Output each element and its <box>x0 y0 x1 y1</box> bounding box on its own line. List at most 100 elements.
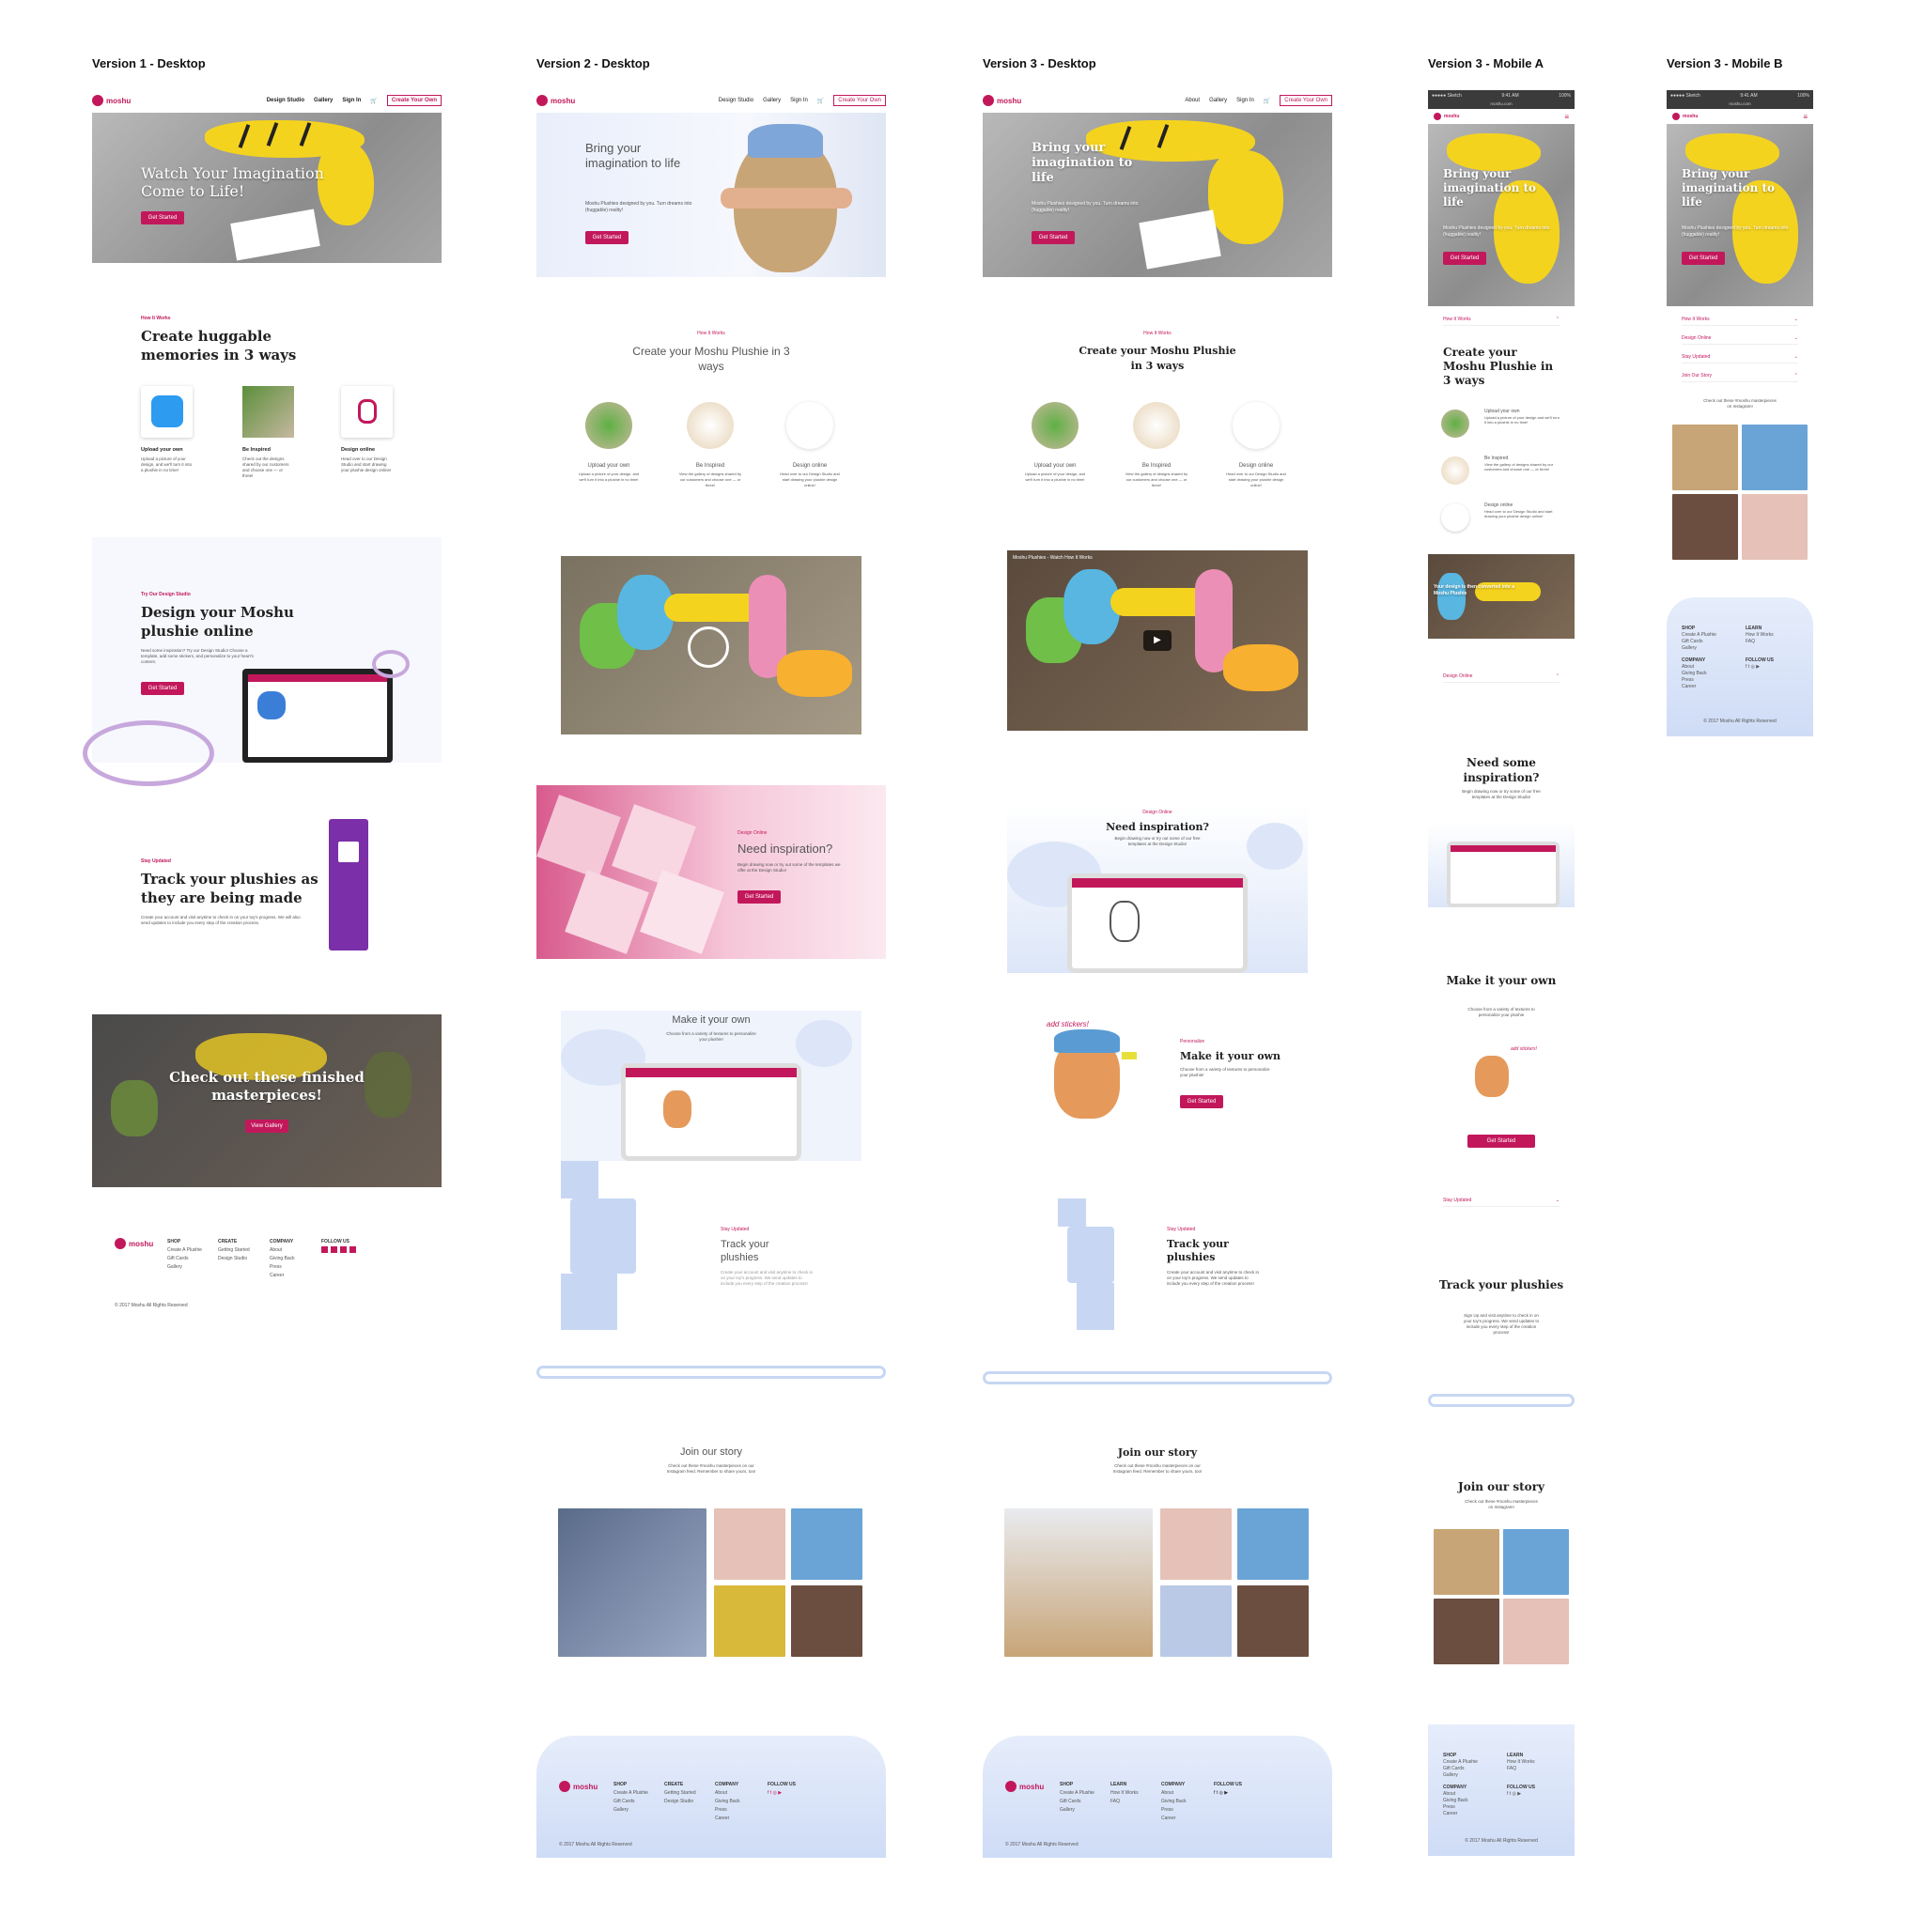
footer-link[interactable]: About <box>1161 1790 1173 1796</box>
instagram-photo-4[interactable] <box>1742 494 1808 560</box>
footer-link[interactable]: About <box>1682 664 1694 670</box>
footer-link[interactable]: Gift Cards <box>613 1799 635 1804</box>
v2-nav-sign-in[interactable]: Sign In <box>790 98 808 103</box>
v3-nav-sign-in[interactable]: Sign In <box>1236 98 1254 103</box>
mobile-b-accordion-how[interactable]: How It Works ⌄ <box>1682 314 1798 326</box>
footer-link[interactable]: Gallery <box>167 1264 182 1270</box>
instagram-icon[interactable] <box>340 1246 347 1253</box>
cart-icon[interactable]: 🛒 <box>817 98 824 104</box>
footer-link[interactable]: Giving Back <box>1682 671 1707 676</box>
v1-studio-get-started[interactable]: Get Started <box>141 682 184 695</box>
v2-hero-get-started[interactable]: Get Started <box>585 231 629 244</box>
v1-view-gallery-button[interactable]: View Gallery <box>245 1120 288 1133</box>
mobile-a-video[interactable]: Your design is then converted into a Mos… <box>1428 554 1575 639</box>
footer-link[interactable]: Giving Back <box>715 1799 740 1804</box>
v1-footer-logo[interactable]: moshu <box>115 1238 153 1249</box>
footer-link[interactable]: Giving Back <box>1161 1799 1187 1804</box>
instagram-photo-1[interactable] <box>1434 1529 1499 1595</box>
cart-icon[interactable]: 🛒 <box>370 98 377 104</box>
footer-link[interactable]: FAQ <box>1507 1766 1516 1771</box>
footer-link[interactable]: About <box>1443 1791 1455 1797</box>
footer-link[interactable]: Press <box>1443 1804 1455 1810</box>
instagram-photo-5[interactable] <box>1237 1585 1309 1657</box>
mobile-a-accordion-how[interactable]: How It Works ⌃ <box>1443 314 1560 326</box>
instagram-photo-2[interactable] <box>714 1508 785 1580</box>
footer-link[interactable]: Getting Started <box>664 1790 696 1796</box>
youtube-icon[interactable] <box>349 1246 356 1253</box>
instagram-photo-1[interactable] <box>1672 425 1738 490</box>
v3-logo[interactable]: moshu <box>983 95 1021 106</box>
footer-link[interactable]: Gift Cards <box>1443 1766 1465 1771</box>
play-icon[interactable]: ▶ <box>1143 630 1172 651</box>
social-icons[interactable]: f t ◎ ▶ <box>1214 1790 1228 1796</box>
instagram-photo-3[interactable] <box>1237 1508 1309 1580</box>
footer-link[interactable]: Gift Cards <box>1682 639 1703 644</box>
instagram-photo-1[interactable] <box>558 1508 706 1657</box>
footer-link[interactable]: Career <box>1161 1816 1175 1821</box>
footer-link[interactable]: Press <box>715 1807 727 1813</box>
v3-nav-create-button[interactable]: Create Your Own <box>1280 95 1332 106</box>
footer-link[interactable]: Press <box>1682 677 1694 683</box>
footer-link[interactable]: Design Studio <box>664 1799 693 1804</box>
v3-hero-get-started[interactable]: Get Started <box>1032 231 1075 244</box>
footer-link[interactable]: Create A Plushie <box>613 1790 648 1796</box>
footer-link[interactable]: Create A Plushie <box>1060 1790 1094 1796</box>
hamburger-menu-icon[interactable]: ≡ <box>1564 113 1569 121</box>
play-icon[interactable] <box>688 626 729 668</box>
footer-link[interactable]: Getting Started <box>218 1247 250 1253</box>
social-icons[interactable]: f t ◎ ▶ <box>1746 664 1760 670</box>
mobile-b-accordion-updated[interactable]: Stay Updated ⌄ <box>1682 351 1798 363</box>
instagram-photo-3[interactable] <box>791 1508 862 1580</box>
mobile-a-make-get-started[interactable]: Get Started <box>1467 1135 1535 1148</box>
v2-nav-design-studio[interactable]: Design Studio <box>719 98 753 103</box>
instagram-photo-2[interactable] <box>1742 425 1808 490</box>
v2-nav-create-button[interactable]: Create Your Own <box>833 95 886 106</box>
footer-link[interactable]: Gallery <box>1060 1807 1075 1813</box>
footer-link[interactable]: How It Works <box>1746 632 1774 638</box>
cart-icon[interactable]: 🛒 <box>1264 98 1270 104</box>
mobile-b-accordion-design[interactable]: Design Online ⌄ <box>1682 332 1798 345</box>
v2-video[interactable] <box>561 556 861 734</box>
mobile-a-accordion-updated[interactable]: Stay Updated ⌄ <box>1443 1195 1560 1207</box>
footer-link[interactable]: FAQ <box>1746 639 1755 644</box>
mobile-b-get-started[interactable]: Get Started <box>1682 252 1725 265</box>
social-icons[interactable]: f t ◎ ▶ <box>1507 1791 1521 1797</box>
footer-link[interactable]: Press <box>270 1264 282 1270</box>
instagram-photo-5[interactable] <box>791 1585 862 1657</box>
footer-link[interactable]: Create A Plushie <box>167 1247 202 1253</box>
facebook-icon[interactable] <box>321 1246 328 1253</box>
footer-link[interactable]: Career <box>1682 684 1696 689</box>
instagram-photo-1[interactable] <box>1004 1508 1153 1657</box>
instagram-photo-3[interactable] <box>1672 494 1738 560</box>
v1-nav-gallery[interactable]: Gallery <box>314 98 333 103</box>
footer-link[interactable]: About <box>715 1790 727 1796</box>
instagram-photo-4[interactable] <box>714 1585 785 1657</box>
instagram-photo-2[interactable] <box>1503 1529 1569 1595</box>
v3-nav-about[interactable]: About <box>1185 98 1200 103</box>
footer-link[interactable]: How It Works <box>1110 1790 1139 1796</box>
v3-make-get-started[interactable]: Get Started <box>1180 1095 1223 1108</box>
footer-link[interactable]: Gift Cards <box>167 1256 189 1261</box>
v1-nav-sign-in[interactable]: Sign In <box>342 98 361 103</box>
footer-link[interactable]: Design Studio <box>218 1256 247 1261</box>
footer-link[interactable]: Gallery <box>1443 1772 1458 1778</box>
social-icons[interactable]: f t ◎ ▶ <box>768 1790 782 1796</box>
v2-design-get-started[interactable]: Get Started <box>737 890 781 904</box>
footer-link[interactable]: Create A Plushie <box>1682 632 1716 638</box>
footer-link[interactable]: Career <box>715 1816 729 1821</box>
footer-link[interactable]: FAQ <box>1110 1799 1120 1804</box>
footer-link[interactable]: Gallery <box>613 1807 629 1813</box>
footer-link[interactable]: Gift Cards <box>1060 1799 1081 1804</box>
v2-nav-gallery[interactable]: Gallery <box>763 98 781 103</box>
instagram-photo-3[interactable] <box>1434 1599 1499 1664</box>
footer-link[interactable]: Press <box>1161 1807 1173 1813</box>
v1-nav-design-studio[interactable]: Design Studio <box>267 98 304 103</box>
hamburger-menu-icon[interactable]: ≡ <box>1803 113 1808 121</box>
v3-nav-gallery[interactable]: Gallery <box>1209 98 1227 103</box>
footer-link[interactable]: About <box>270 1247 282 1253</box>
footer-link[interactable]: Career <box>1443 1811 1457 1816</box>
v1-logo[interactable]: moshu <box>92 95 131 106</box>
footer-link[interactable]: Giving Back <box>270 1256 295 1261</box>
footer-link[interactable]: Gallery <box>1682 645 1697 651</box>
instagram-photo-2[interactable] <box>1160 1508 1232 1580</box>
